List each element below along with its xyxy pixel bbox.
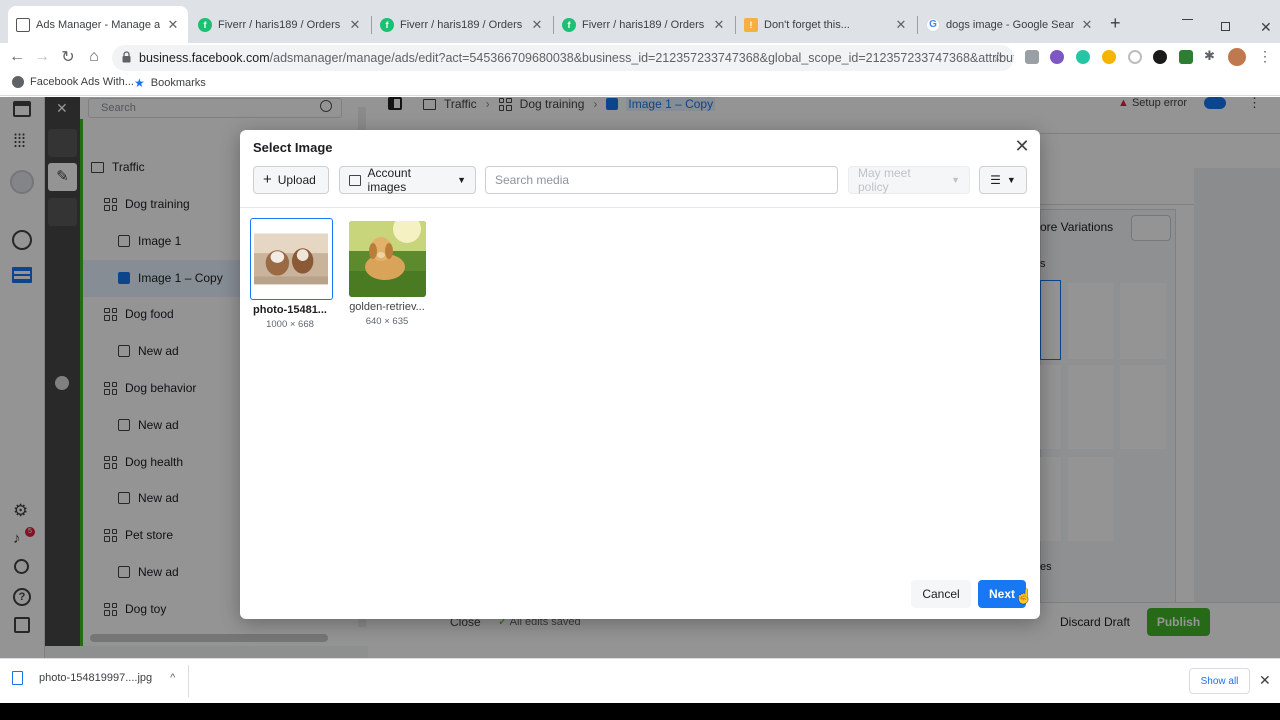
close-tab-icon[interactable]: ✕ xyxy=(712,17,726,33)
bookmark-facebook-ads[interactable]: Facebook Ads With... xyxy=(12,76,134,88)
image-thumbnail-selected[interactable] xyxy=(250,218,333,300)
search-media-input[interactable]: Search media xyxy=(485,166,838,194)
image-dimensions: 1000 × 668 xyxy=(266,319,314,330)
close-downloads-icon[interactable]: ✕ xyxy=(1259,672,1271,689)
tab-dont-forget[interactable]: ! Don't forget this... ✕ xyxy=(736,6,916,43)
browser-tab-strip: Ads Manager - Manage ads - Ad ✕ f Fiverr… xyxy=(0,0,1280,43)
extension-grammarly-icon[interactable] xyxy=(1076,50,1090,64)
close-tab-icon[interactable]: ✕ xyxy=(348,17,362,33)
ads-manager-icon xyxy=(16,17,30,32)
tab-title: dogs image - Google Search xyxy=(946,18,1074,31)
image-name: golden-retriev... xyxy=(349,301,425,313)
browser-menu-icon[interactable]: ⋮ xyxy=(1258,49,1272,63)
download-item[interactable]: photo-154819997....jpg ^ xyxy=(12,671,175,685)
tab-ads-manager[interactable]: Ads Manager - Manage ads - Ad ✕ xyxy=(8,6,188,43)
close-tab-icon[interactable]: ✕ xyxy=(1080,17,1094,33)
chevron-up-icon[interactable]: ^ xyxy=(170,672,175,684)
select-image-dialog: Select Image ✕ + Upload Account images ▼ … xyxy=(240,130,1040,619)
star-icon: ★ xyxy=(134,76,145,90)
address-bar[interactable]: business.facebook.com/adsmanager/manage/… xyxy=(112,45,1014,71)
dialog-title: Select Image xyxy=(253,140,333,155)
image-icon xyxy=(349,174,361,186)
url-path: /adsmanager/manage/ads/edit?act=54536670… xyxy=(269,51,1014,65)
new-tab-button[interactable]: + xyxy=(1110,14,1121,32)
bookmarks-bar: Facebook Ads With... ★ Bookmarks xyxy=(0,72,1280,96)
cancel-button[interactable]: Cancel xyxy=(911,580,971,608)
downloads-divider xyxy=(188,665,189,697)
globe-icon xyxy=(12,76,24,88)
extension-download-icon[interactable] xyxy=(1179,50,1193,64)
file-icon xyxy=(12,671,23,685)
lock-icon xyxy=(122,51,131,63)
bookmark-label: Facebook Ads With... xyxy=(30,76,134,88)
screen-bottom-bar xyxy=(0,703,1280,720)
extension-pen-icon[interactable] xyxy=(1050,50,1064,64)
tab-title: Ads Manager - Manage ads - Ad xyxy=(36,18,160,31)
extension-search-icon[interactable] xyxy=(1128,50,1142,64)
fiverr-icon: f xyxy=(562,17,576,32)
tab-fiverr-3[interactable]: f Fiverr / haris189 / Orders mana ✕ xyxy=(554,6,734,43)
close-tab-icon[interactable]: ✕ xyxy=(894,17,908,33)
extension-coin-icon[interactable] xyxy=(1102,50,1116,64)
fiverr-icon: f xyxy=(198,17,212,32)
profile-avatar[interactable] xyxy=(1228,48,1246,66)
chevron-down-icon: ▼ xyxy=(457,175,466,185)
bookmark-bookmarks[interactable]: ★ Bookmarks xyxy=(134,76,206,90)
extension-dark-icon[interactable] xyxy=(1153,50,1167,64)
close-tab-icon[interactable]: ✕ xyxy=(530,17,544,33)
extension-code-icon[interactable] xyxy=(1025,50,1039,64)
window-close-icon[interactable]: ✕ xyxy=(1260,19,1272,36)
restore-icon[interactable] xyxy=(1221,22,1230,31)
tab-fiverr-2[interactable]: f Fiverr / haris189 / Orders mana ✕ xyxy=(372,6,552,43)
chevron-down-icon: ▼ xyxy=(951,175,960,185)
tab-title: Don't forget this... xyxy=(764,18,850,31)
mouse-cursor-icon: ☝ xyxy=(1015,588,1033,604)
forward-arrow-icon[interactable]: → xyxy=(30,45,54,69)
account-images-dropdown[interactable]: Account images ▼ xyxy=(339,166,476,194)
account-images-label: Account images xyxy=(367,166,411,194)
close-tab-icon[interactable]: ✕ xyxy=(166,17,180,33)
image-card-photo[interactable]: photo-15481... 1000 × 668 xyxy=(250,218,333,330)
tab-google-search[interactable]: G dogs image - Google Search ✕ xyxy=(918,6,1102,43)
sliders-icon: ☰ xyxy=(990,173,1001,187)
bookmark-label: Bookmarks xyxy=(150,77,206,89)
upload-label: Upload xyxy=(277,173,316,187)
tab-title: Fiverr / haris189 / Orders mana xyxy=(218,18,342,31)
chevron-down-icon: ▼ xyxy=(1006,175,1016,185)
toolbar-divider xyxy=(240,207,1040,208)
minimize-icon[interactable] xyxy=(1182,19,1193,20)
google-icon: G xyxy=(926,17,940,32)
image-dimensions: 640 × 635 xyxy=(365,316,409,327)
tab-title: Fiverr / haris189 / Orders mana xyxy=(582,18,706,31)
upload-button[interactable]: + Upload xyxy=(253,166,329,194)
tab-fiverr-1[interactable]: f Fiverr / haris189 / Orders mana ✕ xyxy=(190,6,370,43)
show-all-button[interactable]: Show all xyxy=(1189,668,1250,694)
extensions-puzzle-icon[interactable]: ✱ xyxy=(1204,48,1218,63)
dogs-photo-image xyxy=(254,222,328,296)
plus-icon: + xyxy=(263,171,272,188)
warning-icon: ! xyxy=(744,17,758,32)
url-host: business.facebook.com xyxy=(139,51,270,65)
policy-filter-label: May meet policy xyxy=(858,166,911,194)
downloads-bar: photo-154819997....jpg ^ Show all ✕ xyxy=(0,658,1280,703)
fiverr-icon: f xyxy=(380,17,394,32)
tab-title: Fiverr / haris189 / Orders mana xyxy=(400,18,524,31)
policy-filter-dropdown[interactable]: May meet policy ▼ xyxy=(848,166,970,194)
filter-settings-button[interactable]: ☰ ▼ xyxy=(979,166,1027,194)
image-name: photo-15481... xyxy=(253,304,327,316)
bookmark-star-icon[interactable]: ☆ xyxy=(992,49,1005,66)
close-icon[interactable]: ✕ xyxy=(1014,137,1030,155)
image-card-golden-retriever[interactable]: golden-retriev... 640 × 635 xyxy=(347,218,427,327)
back-arrow-icon[interactable]: ← xyxy=(5,45,29,69)
golden-retriever-image xyxy=(349,221,426,297)
image-thumbnail[interactable] xyxy=(349,221,426,297)
home-icon[interactable]: ⌂ xyxy=(82,45,106,69)
reload-icon[interactable]: ↻ xyxy=(56,45,80,69)
download-file-name: photo-154819997....jpg xyxy=(39,672,153,684)
